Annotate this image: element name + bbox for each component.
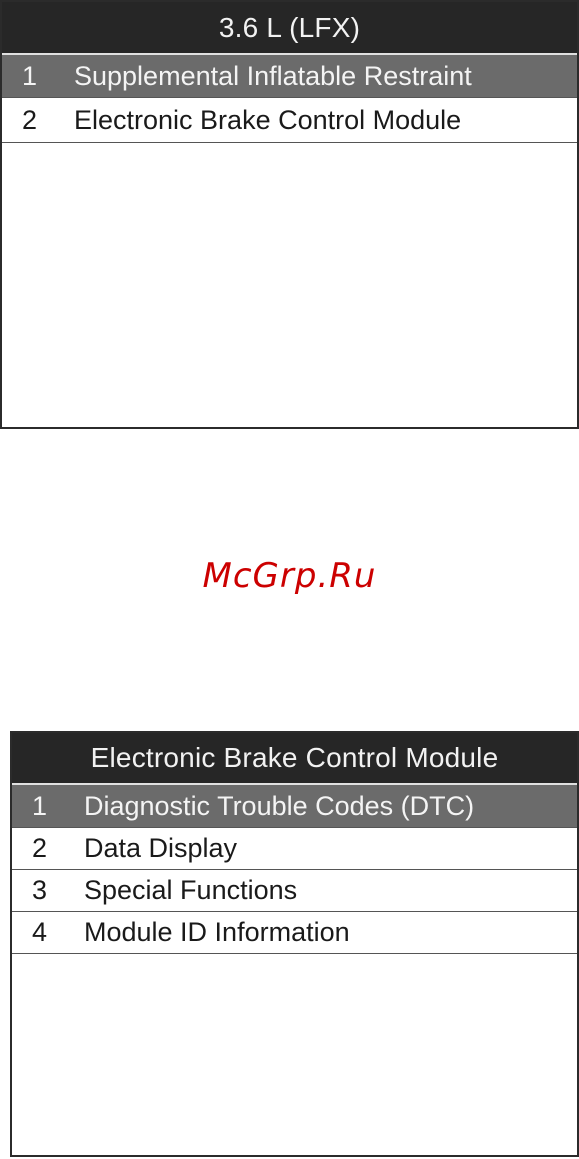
vehicle-menu-screen: 3.6 L (LFX) 1 Supplemental Inflatable Re… [0, 0, 579, 429]
screen-title: Electronic Brake Control Module [12, 733, 577, 783]
menu-item-data-display[interactable]: 2 Data Display [12, 828, 577, 870]
menu-item-number: 1 [32, 790, 48, 821]
menu-item-label: Electronic Brake Control Module [74, 104, 462, 135]
menu-item-number: 2 [32, 833, 48, 863]
menu-item-label: Special Functions [84, 875, 298, 905]
screen-title: 3.6 L (LFX) [2, 2, 577, 53]
menu-item-label: Data Display [84, 833, 238, 863]
menu-item-special-functions[interactable]: 3 Special Functions [12, 870, 577, 912]
watermark-text: McGrp.Ru [202, 556, 377, 596]
menu-item-number: 3 [32, 875, 48, 905]
menu-item-supplemental-inflatable-restraint[interactable]: 1 Supplemental Inflatable Restraint [2, 53, 577, 98]
module-menu-screen: Electronic Brake Control Module 1 Diagno… [10, 731, 579, 1157]
menu-item-number: 2 [22, 104, 38, 135]
menu-item-label: Diagnostic Trouble Codes (DTC) [84, 790, 475, 821]
menu-list: 1 Diagnostic Trouble Codes (DTC) 2 Data … [12, 783, 577, 954]
menu-item-label: Module ID Information [84, 917, 350, 947]
menu-item-label: Supplemental Inflatable Restraint [74, 60, 472, 91]
menu-item-module-id-information[interactable]: 4 Module ID Information [12, 912, 577, 954]
menu-item-electronic-brake-control-module[interactable]: 2 Electronic Brake Control Module [2, 98, 577, 143]
menu-list: 1 Supplemental Inflatable Restraint 2 El… [2, 53, 577, 143]
menu-item-number: 1 [22, 60, 38, 91]
menu-item-diagnostic-trouble-codes[interactable]: 1 Diagnostic Trouble Codes (DTC) [12, 783, 577, 828]
menu-item-number: 4 [32, 917, 48, 947]
